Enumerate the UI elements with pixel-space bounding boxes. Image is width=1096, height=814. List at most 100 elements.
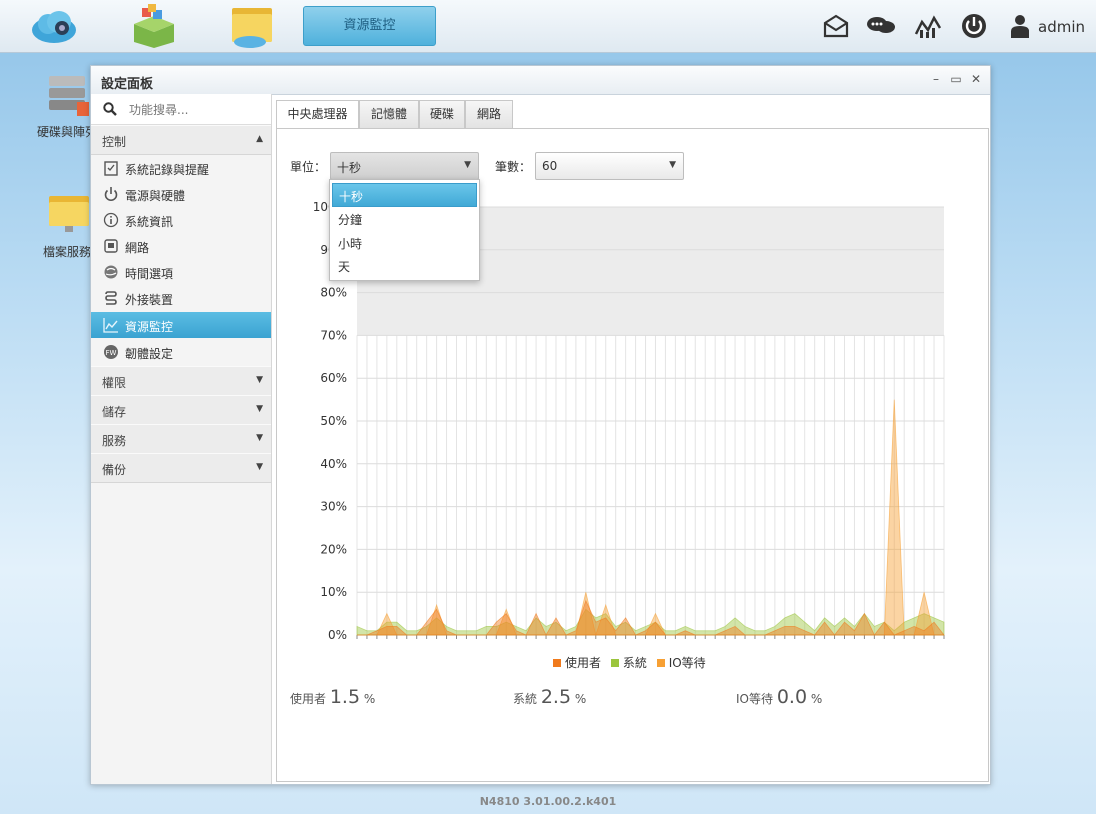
y-tick-label: 30% [320,500,347,514]
network-icon [104,239,118,253]
svg-text:FW: FW [106,349,117,357]
sidebar-item-label: 電源與硬體 [125,189,186,203]
section-permissions[interactable]: 權限 ▼ [91,366,271,396]
option-label: 十秒 [339,190,364,204]
y-tick-label: 0% [328,628,347,642]
folder-icon [49,196,89,232]
legend-label: 使用者 [565,656,602,670]
legend-item-system: 系統 [610,656,647,670]
tab-cpu[interactable]: 中央處理器 [276,100,359,129]
sidebar-item-label: 系統記錄與提醒 [125,163,210,177]
count-select[interactable]: 60 ▼ [535,152,684,180]
search-box [91,94,271,125]
sidebar-item-external-devices[interactable]: 外接裝置 [91,285,271,311]
chart-icon [103,318,118,333]
y-tick-label: 70% [320,328,347,342]
unit-option-ten-seconds[interactable]: 十秒 [332,183,477,207]
sidebar: 控制 ▲ 系統記錄與提醒 電源與硬體 系統資訊 網路 時間選項 外接裝置 [91,94,272,784]
power-icon [104,187,118,202]
section-backup[interactable]: 備份 ▼ [91,453,271,483]
checklist-icon [104,161,118,176]
section-label: 權限 [102,376,127,390]
tab-memory[interactable]: 記憶體 [359,100,419,128]
top-bar: 資源監控 admin [0,0,1096,53]
stat-value: 1.5 [329,686,361,708]
desktop-label-file-service[interactable]: 檔案服務 [43,243,91,260]
section-label: 備份 [102,463,127,477]
sidebar-item-label: 外接裝置 [125,293,174,307]
option-label: 小時 [338,237,363,251]
section-label: 儲存 [102,405,127,419]
stat-label: IO等待 [736,692,773,706]
y-tick-label: 60% [320,371,347,385]
search-input[interactable] [127,100,261,120]
stat-value: 2.5 [540,686,572,708]
cloud-app-icon[interactable] [28,4,80,48]
section-services[interactable]: 服務 ▼ [91,424,271,454]
unit-dropdown-menu: 十秒 分鐘 小時 天 [329,179,480,281]
tab-disk[interactable]: 硬碟 [419,100,465,128]
window-title: 設定面板 [101,77,154,92]
sidebar-item-firmware[interactable]: FW 韌體設定 [91,339,271,365]
sidebar-item-label: 系統資訊 [125,215,174,229]
username-label[interactable]: admin [1038,18,1085,36]
resource-chart-icon[interactable] [914,12,942,40]
window-titlebar[interactable]: 設定面板 – ▭ ✕ [91,66,990,95]
chevron-down-icon: ▼ [256,433,263,443]
search-icon [103,102,117,116]
series-area-io-wait [357,399,944,637]
sidebar-item-power-hardware[interactable]: 電源與硬體 [91,181,271,207]
stat-label: 系統 [513,692,538,706]
section-storage[interactable]: 儲存 ▼ [91,395,271,425]
y-tick-label: 40% [320,457,347,471]
stat-unit: % [574,692,587,706]
unit-label: 單位： [290,160,327,174]
caret-down-icon: ▼ [669,160,676,170]
unit-select-value: 十秒 [337,161,362,175]
section-control[interactable]: 控制 ▲ [91,125,271,155]
app-center-icon[interactable] [128,4,180,48]
sidebar-item-resource-monitor[interactable]: 資源監控 [91,312,271,338]
minimize-button[interactable]: – [929,72,943,86]
unit-option-minute[interactable]: 分鐘 [332,207,475,229]
chevron-up-icon: ▲ [256,134,263,144]
sidebar-item-system-info[interactable]: 系統資訊 [91,207,271,233]
count-select-value: 60 [542,159,558,173]
chart-legend: 使用者 系統 IO等待 [553,654,712,671]
tab-network[interactable]: 網路 [465,100,513,128]
stat-system: 系統 2.5 % [513,686,586,708]
file-manager-icon[interactable] [226,4,278,48]
legend-item-io: IO等待 [656,656,706,670]
legend-label: IO等待 [668,656,706,670]
section-label: 控制 [102,135,127,149]
maximize-button[interactable]: ▭ [949,72,963,86]
sidebar-item-label: 資源監控 [125,320,174,334]
chevron-down-icon: ▼ [256,375,263,385]
resource-monitor-taskbar-button[interactable]: 資源監控 [303,6,436,46]
desktop-icon-file-service[interactable] [38,190,98,240]
firmware-icon: FW [104,345,118,359]
chat-icon[interactable] [866,12,895,40]
power-icon[interactable] [960,12,988,40]
y-tick-label: 10% [320,585,347,599]
sidebar-item-system-log[interactable]: 系統記錄與提醒 [91,155,271,181]
stat-label: 使用者 [290,692,327,706]
option-label: 分鐘 [338,213,363,227]
y-tick-label: 50% [320,414,347,428]
unit-option-hour[interactable]: 小時 [332,231,475,253]
stat-io-wait: IO等待 0.0 % [736,686,822,708]
desktop-label-disk-array[interactable]: 硬碟與陣列 [37,123,97,140]
count-label: 筆數： [495,160,532,174]
caret-down-icon: ▼ [464,160,471,170]
legend-label: 系統 [622,656,647,670]
sidebar-item-time[interactable]: 時間選項 [91,259,271,285]
mail-icon[interactable] [822,12,850,40]
chevron-down-icon: ▼ [256,462,263,472]
unit-option-day[interactable]: 天 [332,254,475,276]
close-button[interactable]: ✕ [969,72,983,86]
sidebar-item-network[interactable]: 網路 [91,233,271,259]
series-area-user [357,599,945,636]
unit-select[interactable]: 十秒 ▼ [330,152,479,180]
user-icon[interactable] [1008,12,1036,40]
disk-array-icon [49,76,89,116]
